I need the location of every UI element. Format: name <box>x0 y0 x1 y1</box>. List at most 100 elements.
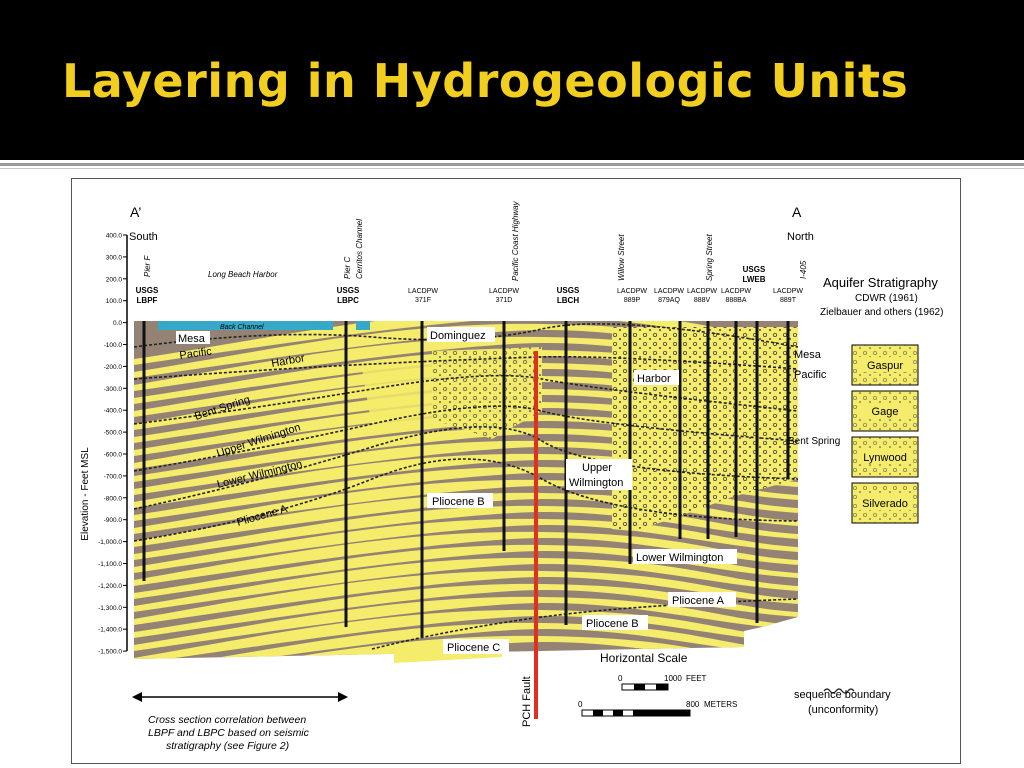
y-tick-label: -800.0 <box>104 495 123 502</box>
unit-label: Pliocene C <box>447 642 500 654</box>
i405-label: I-405 <box>799 260 808 279</box>
legend-item-label: Silverado <box>862 498 908 510</box>
well-label: LACDPW <box>687 288 717 295</box>
well-label: USGS <box>743 265 766 274</box>
cross-section-figure: 400.0 300.0 200.0 100.0 0.0 -100.0 -200.0 -300.… <box>71 178 961 764</box>
legend-item-label: Gage <box>872 406 899 418</box>
divider-line-thin <box>0 168 1024 169</box>
y-tick-label: -1,300.0 <box>98 605 122 612</box>
pier-c-label: Pier C <box>343 257 352 279</box>
well-label: 371D <box>496 297 513 304</box>
scale-label: METERS <box>704 700 737 709</box>
well-label: LWEB <box>742 275 765 284</box>
well-label: 889P <box>624 297 641 304</box>
unit-label: Upper <box>582 462 612 474</box>
y-tick-label: -1,500.0 <box>98 649 122 656</box>
unit-label: Bent Spring <box>788 436 840 447</box>
legend: Aquifer Stratigraphy CDWR (1961) Zielbau… <box>794 275 943 716</box>
willow-street-label: Willow Street <box>617 234 626 281</box>
well-label: 889T <box>780 297 797 304</box>
y-tick-label: -1,400.0 <box>98 627 122 634</box>
unit-label: Mesa <box>794 349 822 361</box>
y-tick-label: -1,000.0 <box>98 539 122 546</box>
y-tick-label: 300.0 <box>106 254 123 261</box>
divider-line <box>0 163 1024 166</box>
legend-text: sequence boundary <box>794 689 891 701</box>
y-tick-label: 100.0 <box>106 298 123 305</box>
cerritos-channel-bar <box>356 321 370 330</box>
legend-item-label: Gaspur <box>867 360 903 372</box>
y-tick-label: -200.0 <box>104 364 123 371</box>
note-line: LBPF and LBPC based on seismic <box>148 727 310 739</box>
well-label: LACDPW <box>489 288 519 295</box>
y-tick-label: -100.0 <box>104 342 123 349</box>
y-tick-label: -900.0 <box>104 517 123 524</box>
scale-title: Horizontal Scale <box>600 651 688 665</box>
well-label: LBPF <box>137 296 158 305</box>
legend-text: (unconformity) <box>808 704 878 716</box>
legend-item-label: Lynwood <box>863 452 907 464</box>
y-tick-label: -600.0 <box>104 452 123 459</box>
well-label: 888BA <box>725 297 746 304</box>
y-tick-label: 0.0 <box>113 320 122 327</box>
pch-label: Pacific Coast Highway <box>511 200 520 281</box>
cerritos-channel-label: Cerritos Channel <box>355 219 364 279</box>
unit-label: Wilmington <box>569 477 623 489</box>
unit-label: Pliocene B <box>586 618 639 630</box>
y-tick-label: -1,200.0 <box>98 583 122 590</box>
y-tick-label: 200.0 <box>106 276 123 283</box>
unit-label: Pliocene A <box>672 595 725 607</box>
note-line: stratigraphy (see Figure 2) <box>166 740 289 752</box>
well-label: LBPC <box>337 296 359 305</box>
unit-label: Dominguez <box>430 330 486 342</box>
section-end-right: A <box>792 204 802 220</box>
spring-street-label: Spring Street <box>705 234 714 281</box>
legend-title: Aquifer Stratigraphy <box>823 275 938 290</box>
cross-section-svg: 400.0 300.0 200.0 100.0 0.0 -100.0 -200.0 -300.… <box>80 200 943 752</box>
note-line: Cross section correlation between <box>148 714 306 726</box>
unit-label: Pliocene B <box>432 496 485 508</box>
well-label: LBCH <box>557 296 579 305</box>
south-label: South <box>129 231 158 243</box>
north-label: North <box>787 231 814 243</box>
well-label: LACDPW <box>773 288 803 295</box>
y-tick-label: -400.0 <box>104 408 123 415</box>
unit-label: Pacific <box>794 369 827 381</box>
section-end-left: A’ <box>130 204 141 220</box>
correlation-note: Cross section correlation between LBPF a… <box>132 692 348 752</box>
well-label: USGS <box>337 286 360 295</box>
pch-fault-label: PCH Fault <box>521 676 533 727</box>
well-label: 879AQ <box>658 297 680 304</box>
well-label: LACDPW <box>408 288 438 295</box>
well-label: USGS <box>136 286 159 295</box>
y-tick-label: -300.0 <box>104 386 123 393</box>
legend-subtitle: CDWR (1961) <box>855 293 918 304</box>
y-axis: 400.0 300.0 200.0 100.0 0.0 -100.0 -200.0 -300.… <box>80 233 128 656</box>
y-axis-label: Elevation - Feet MSL <box>80 447 91 541</box>
well-label: 888V <box>694 297 711 304</box>
horizontal-scale: Horizontal Scale 0 1000 FEET 0 800 METER… <box>578 651 737 717</box>
scale-label: 0 <box>578 700 583 709</box>
pier-f-label: Pier F <box>143 255 152 277</box>
back-channel-label: Back Channel <box>220 324 264 331</box>
legend-subtitle: Zielbauer and others (1962) <box>820 307 943 318</box>
y-tick-label: 400.0 <box>106 233 123 240</box>
y-tick-label: -500.0 <box>104 430 123 437</box>
y-tick-label: -1,100.0 <box>98 561 122 568</box>
scale-label: 0 <box>618 674 623 683</box>
title-banner: Layering in Hydrogeologic Units <box>0 0 1024 160</box>
long-beach-harbor-label: Long Beach Harbor <box>208 270 278 279</box>
well-label: 371F <box>415 297 431 304</box>
slide-title: Layering in Hydrogeologic Units <box>62 54 909 108</box>
well-label: USGS <box>557 286 580 295</box>
well-label: LACDPW <box>721 288 751 295</box>
scale-label: 800 <box>686 700 700 709</box>
unit-label: Harbor <box>637 373 671 385</box>
scale-label: 1000 <box>664 674 682 683</box>
unit-label: Lower Wilmington <box>636 552 723 564</box>
y-tick-label: -700.0 <box>104 473 123 480</box>
unit-label: Mesa <box>178 333 206 345</box>
well-label: LACDPW <box>617 288 647 295</box>
well-label: LACDPW <box>654 288 684 295</box>
scale-label: FEET <box>686 674 707 683</box>
